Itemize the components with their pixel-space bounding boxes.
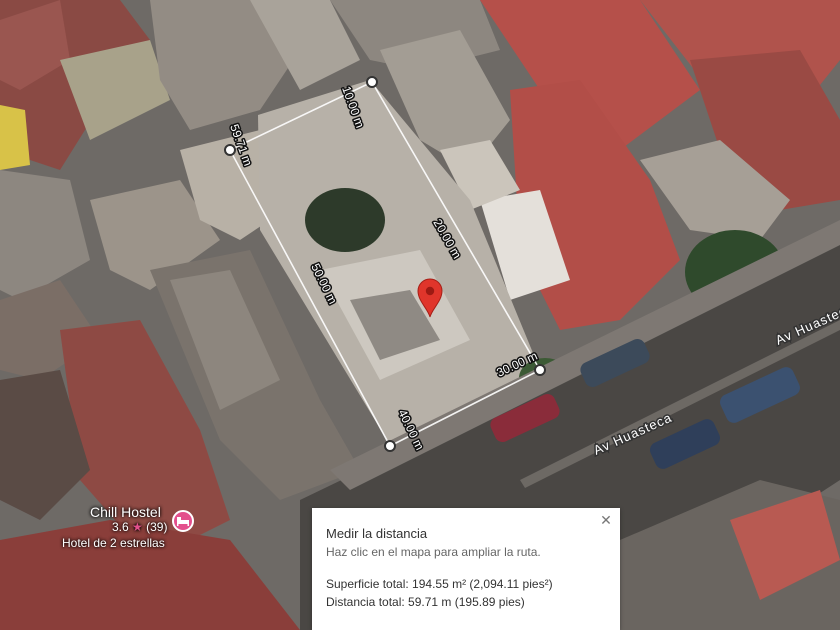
measure-distance-panel: ✕ Medir la distancia Haz clic en el mapa…	[312, 508, 620, 630]
total-area: Superficie total: 194.55 m² (2,094.11 pi…	[326, 577, 553, 591]
measure-point[interactable]	[224, 144, 236, 156]
measure-point[interactable]	[366, 76, 378, 88]
hotel-bed-icon[interactable]	[172, 510, 194, 532]
measure-point[interactable]	[534, 364, 546, 376]
poi-subtitle: Hotel de 2 estrellas	[62, 536, 165, 550]
measure-point[interactable]	[384, 440, 396, 452]
poi-review-count: (39)	[146, 520, 168, 534]
poi-rating: 3.6 ★ (39)	[112, 520, 167, 534]
panel-title: Medir la distancia	[326, 526, 428, 541]
tree	[305, 188, 385, 252]
close-icon[interactable]: ✕	[598, 512, 614, 528]
panel-hint: Haz clic en el mapa para ampliar la ruta…	[326, 545, 541, 559]
poi-name[interactable]: Chill Hostel	[90, 504, 161, 520]
poi-rating-value: 3.6	[112, 520, 129, 534]
star-icon: ★	[132, 520, 143, 534]
total-distance: Distancia total: 59.71 m (195.89 pies)	[326, 595, 525, 609]
